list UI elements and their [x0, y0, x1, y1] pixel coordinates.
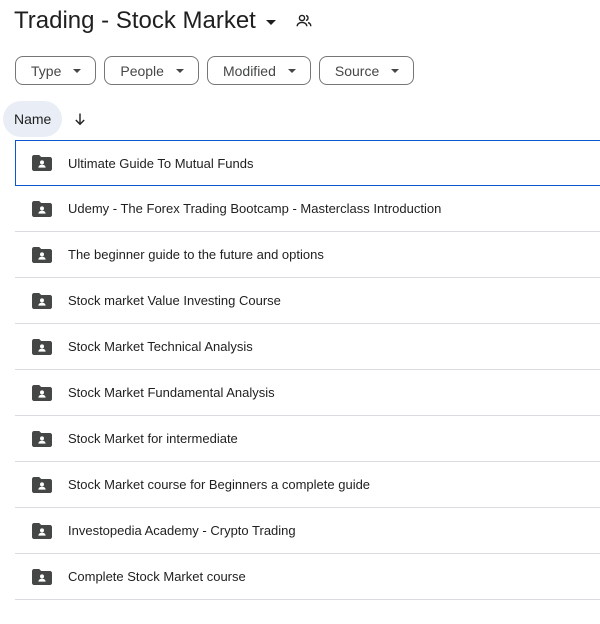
shared-folder-icon [32, 338, 52, 355]
folder-list: Ultimate Guide To Mutual Funds Udemy - Th… [15, 140, 600, 600]
folder-row[interactable]: Udemy - The Forex Trading Bootcamp - Mas… [15, 186, 600, 232]
folder-name: Complete Stock Market course [68, 569, 246, 584]
folder-name: Stock Market Technical Analysis [68, 339, 253, 354]
chevron-down-icon [391, 68, 400, 73]
folder-row[interactable]: Stock Market for intermediate [15, 416, 600, 462]
caret-down-icon[interactable] [265, 19, 276, 25]
folder-name: Stock Market for intermediate [68, 431, 238, 446]
filter-source-chip[interactable]: Source [318, 56, 415, 85]
folder-name: Stock market Value Investing Course [68, 293, 281, 308]
folder-row[interactable]: Ultimate Guide To Mutual Funds [15, 140, 600, 186]
shared-folder-icon [32, 430, 52, 447]
filter-bar: Type People Modified Source [15, 56, 415, 85]
folder-name: Ultimate Guide To Mutual Funds [68, 155, 254, 171]
shared-folder-icon [32, 246, 52, 263]
shared-folder-icon [32, 292, 52, 309]
filter-source-label: Source [334, 62, 380, 79]
folder-row[interactable]: Stock Market Technical Analysis [15, 324, 600, 370]
filter-modified-label: Modified [222, 62, 276, 79]
chevron-down-icon [73, 68, 82, 73]
folder-name: Udemy - The Forex Trading Bootcamp - Mas… [68, 201, 442, 216]
page-header: Trading - Stock Market [14, 4, 313, 38]
filter-people-chip[interactable]: People [104, 56, 199, 85]
filter-people-label: People [120, 62, 164, 79]
folder-name: Investopedia Academy - Crypto Trading [68, 523, 296, 538]
shared-folder-icon [32, 476, 52, 493]
arrow-down-icon[interactable] [72, 111, 88, 127]
shared-folder-icon [32, 522, 52, 539]
column-header: Name [3, 101, 88, 137]
folder-name: Stock Market course for Beginners a comp… [68, 477, 371, 492]
folder-row[interactable]: The beginner guide to the future and opt… [15, 232, 600, 278]
page-title[interactable]: Trading - Stock Market [14, 7, 256, 35]
chevron-down-icon [287, 68, 296, 73]
folder-row[interactable]: Investopedia Academy - Crypto Trading [15, 508, 600, 554]
filter-modified-chip[interactable]: Modified [206, 56, 311, 85]
shared-folder-icon [32, 384, 52, 401]
shared-folder-icon [32, 155, 52, 171]
name-column-label: Name [14, 111, 52, 127]
shared-folder-icon [32, 568, 52, 585]
name-column-sort-button[interactable]: Name [3, 101, 63, 137]
folder-row[interactable]: Complete Stock Market course [15, 554, 600, 600]
filter-type-label: Type [31, 62, 62, 79]
folder-name: Stock Market Fundamental Analysis [68, 385, 275, 400]
shared-folder-icon [32, 200, 52, 217]
folder-row[interactable]: Stock market Value Investing Course [15, 278, 600, 324]
folder-row[interactable]: Stock Market Fundamental Analysis [15, 370, 600, 416]
folder-name: The beginner guide to the future and opt… [68, 247, 324, 262]
filter-type-chip[interactable]: Type [15, 56, 97, 85]
folder-row[interactable]: Stock Market course for Beginners a comp… [15, 462, 600, 508]
chevron-down-icon [175, 68, 184, 73]
people-icon[interactable] [295, 12, 313, 30]
